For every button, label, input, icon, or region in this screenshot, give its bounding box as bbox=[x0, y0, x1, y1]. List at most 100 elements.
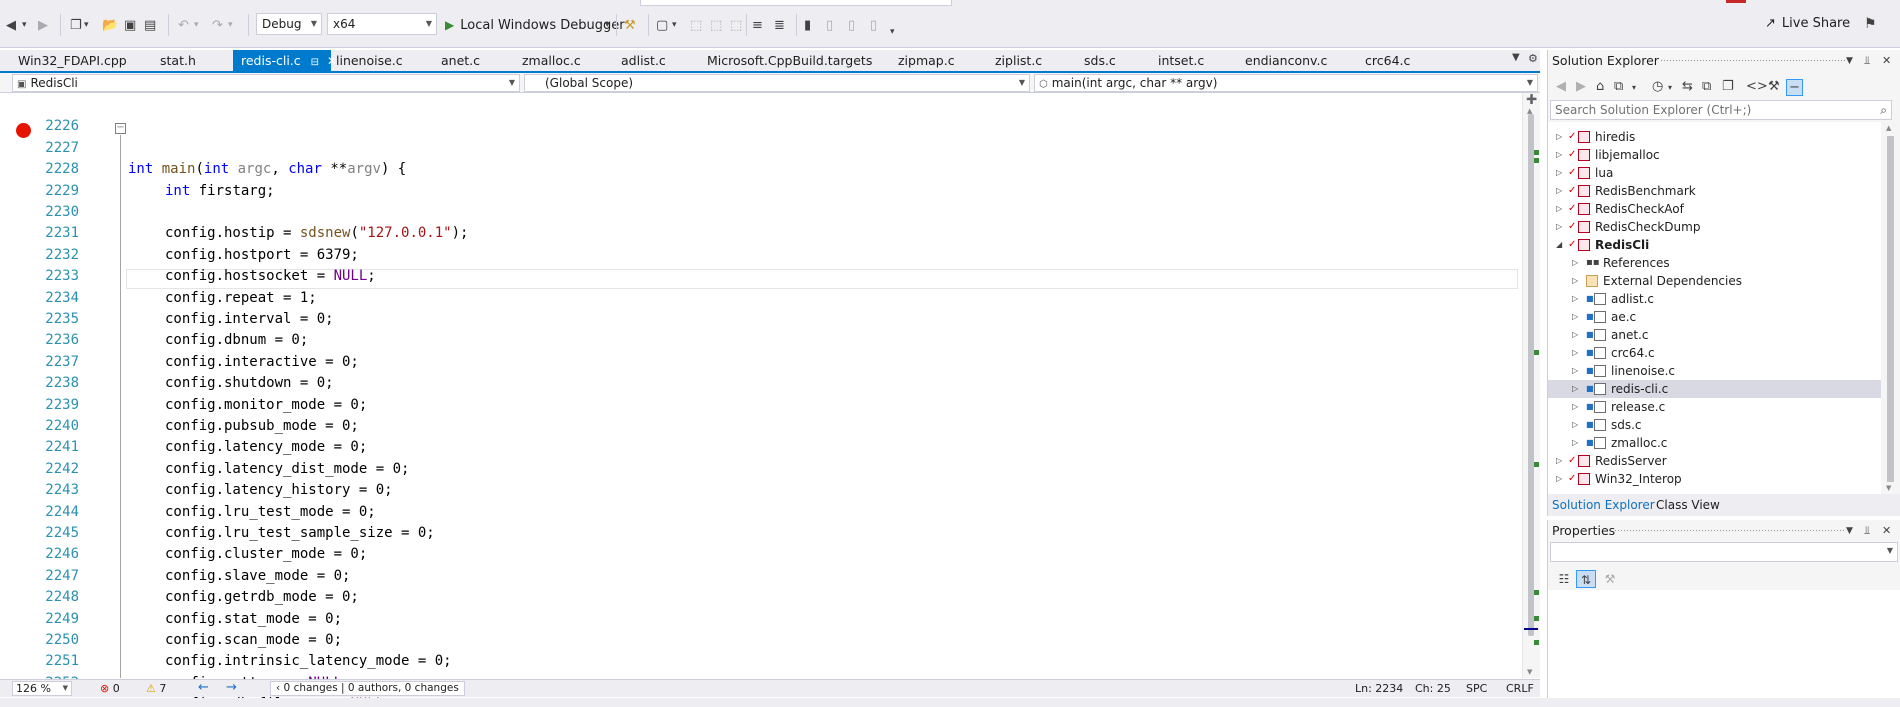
collapsed-arrow-icon[interactable]: ▷ bbox=[1556, 182, 1562, 200]
title-search-box[interactable] bbox=[640, 0, 952, 6]
tree-item-redischeckaof[interactable]: ▷ ✓ RedisCheckAof bbox=[1548, 200, 1881, 218]
split-editor-icon[interactable]: ➕ bbox=[1526, 95, 1537, 105]
step-icon-2[interactable]: ⬚ bbox=[710, 15, 722, 35]
tab-cppbuild-targets[interactable]: Microsoft.CppBuild.targets bbox=[707, 50, 872, 71]
pending-changes-icon[interactable]: ◷ bbox=[1652, 79, 1663, 94]
solution-platform-combo[interactable]: x64 ▼ bbox=[327, 13, 437, 35]
next-issue-icon[interactable]: → bbox=[226, 680, 237, 695]
properties-object-combo[interactable]: ▼ bbox=[1550, 542, 1898, 562]
expanded-arrow-icon[interactable]: ◢ bbox=[1556, 236, 1562, 254]
tab-win32-fdapi[interactable]: Win32_FDAPI.cpp bbox=[18, 50, 127, 71]
indent-icon[interactable]: ≡ bbox=[752, 15, 763, 35]
solution-explorer-scrollbar[interactable]: ▲ ▼ bbox=[1881, 122, 1900, 494]
pending-changes-dropdown-icon[interactable]: ▾ bbox=[1668, 83, 1672, 92]
properties-title-bar[interactable]: Properties ▼ ⫫ ✕ bbox=[1548, 520, 1900, 542]
collapse-all-icon[interactable]: ⧉ bbox=[1702, 79, 1711, 94]
collapsed-arrow-icon[interactable]: ▷ bbox=[1572, 254, 1578, 272]
collapsed-arrow-icon[interactable]: ▷ bbox=[1556, 128, 1562, 146]
tree-item-release-c[interactable]: ▷ ■ release.c bbox=[1548, 398, 1881, 416]
error-count[interactable]: ⊗ 0 bbox=[100, 682, 120, 695]
scope-combo[interactable]: (Global Scope) ▼ bbox=[524, 74, 1030, 92]
browser-link-dropdown-icon[interactable]: ▾ bbox=[672, 15, 677, 35]
member-combo[interactable]: ⬡ main(int argc, char ** argv) ▼ bbox=[1034, 74, 1538, 92]
collapsed-arrow-icon[interactable]: ▷ bbox=[1572, 272, 1578, 290]
tab-redis-cli[interactable]: redis-cli.c ⊟ ✕ bbox=[233, 50, 337, 71]
spaces-indicator[interactable]: SPC bbox=[1466, 682, 1487, 695]
tab-zipmap[interactable]: zipmap.c bbox=[898, 50, 955, 71]
navigate-back-dropdown-icon[interactable]: ▾ bbox=[22, 15, 27, 35]
next-bookmark-icon[interactable]: ▯ bbox=[848, 15, 855, 35]
undo-dropdown-icon[interactable]: ▾ bbox=[194, 15, 199, 35]
close-icon[interactable]: ✕ bbox=[1882, 520, 1891, 542]
sync-icon[interactable]: ⇆ bbox=[1682, 79, 1693, 94]
collapsed-arrow-icon[interactable]: ▷ bbox=[1556, 146, 1562, 164]
outdent-icon[interactable]: ≣ bbox=[774, 15, 785, 35]
tree-item-hiredis[interactable]: ▷ ✓ hiredis bbox=[1548, 128, 1881, 146]
collapsed-arrow-icon[interactable]: ▷ bbox=[1556, 218, 1562, 236]
pin-icon[interactable]: ⫫ bbox=[1864, 520, 1870, 542]
window-position-icon[interactable]: ▼ bbox=[1846, 520, 1853, 542]
live-share-button[interactable]: ↗ Live Share bbox=[1765, 16, 1850, 31]
step-icon-3[interactable]: ⬚ bbox=[730, 15, 742, 35]
tree-item-ae-c[interactable]: ▷ ■ ae.c bbox=[1548, 308, 1881, 326]
toolbar-overflow-icon[interactable]: ▾ bbox=[890, 22, 895, 42]
preview-selected-icon[interactable]: − bbox=[1786, 79, 1803, 96]
step-icon-1[interactable]: ⬚ bbox=[690, 15, 702, 35]
start-debugging-button[interactable]: ▶ Local Windows Debugger bbox=[445, 14, 625, 36]
tab-intset[interactable]: intset.c bbox=[1158, 50, 1204, 71]
clear-bookmarks-icon[interactable]: ▯ bbox=[870, 15, 877, 35]
tree-item-libjemalloc[interactable]: ▷ ✓ libjemalloc bbox=[1548, 146, 1881, 164]
tab-stat-h[interactable]: stat.h bbox=[160, 50, 196, 71]
prev-bookmark-icon[interactable]: ▯ bbox=[826, 15, 833, 35]
switch-views-dropdown-icon[interactable]: ▾ bbox=[1632, 83, 1636, 92]
collapsed-arrow-icon[interactable]: ▷ bbox=[1572, 290, 1578, 308]
categorized-icon[interactable]: ☷ bbox=[1554, 570, 1574, 588]
tab-crc64[interactable]: crc64.c bbox=[1365, 50, 1410, 71]
save-icon[interactable]: ▣ bbox=[124, 15, 136, 35]
tab-anet[interactable]: anet.c bbox=[441, 50, 480, 71]
collapsed-arrow-icon[interactable]: ▷ bbox=[1572, 380, 1578, 398]
collapsed-arrow-icon[interactable]: ▷ bbox=[1572, 326, 1578, 344]
tab-class-view[interactable]: Class View bbox=[1656, 498, 1720, 512]
collapsed-arrow-icon[interactable]: ▷ bbox=[1572, 398, 1578, 416]
collapsed-arrow-icon[interactable]: ▷ bbox=[1556, 452, 1562, 470]
solution-explorer-scroll-thumb[interactable] bbox=[1887, 136, 1894, 482]
collapsed-arrow-icon[interactable]: ▷ bbox=[1556, 164, 1562, 182]
editor-scroll-thumb[interactable] bbox=[1528, 114, 1534, 636]
tree-item-zmalloc-c[interactable]: ▷ ■ zmalloc.c bbox=[1548, 434, 1881, 452]
tree-item-adlist-c[interactable]: ▷ ■ adlist.c bbox=[1548, 290, 1881, 308]
show-all-files-icon[interactable]: ❐ bbox=[1722, 79, 1734, 94]
solution-explorer-title-bar[interactable]: Solution Explorer ▼ ⫫ ✕ bbox=[1548, 50, 1900, 72]
tree-item-win32-interop[interactable]: ▷ ✓ Win32_Interop bbox=[1548, 470, 1881, 488]
tab-sds[interactable]: sds.c bbox=[1084, 50, 1116, 71]
new-project-icon[interactable]: ❐ bbox=[70, 15, 82, 35]
tab-endianconv[interactable]: endianconv.c bbox=[1245, 50, 1327, 71]
undo-icon[interactable]: ↶ bbox=[178, 15, 189, 35]
tab-adlist[interactable]: adlist.c bbox=[621, 50, 666, 71]
tab-ziplist[interactable]: ziplist.c bbox=[995, 50, 1042, 71]
tree-item-lua[interactable]: ▷ ✓ lua bbox=[1548, 164, 1881, 182]
collapsed-arrow-icon[interactable]: ▷ bbox=[1572, 434, 1578, 452]
open-file-icon[interactable]: 📂 bbox=[102, 15, 118, 35]
collapsed-arrow-icon[interactable]: ▷ bbox=[1572, 308, 1578, 326]
save-all-icon[interactable]: ▤ bbox=[144, 15, 156, 35]
tree-item-redischeckdump[interactable]: ▷ ✓ RedisCheckDump bbox=[1548, 218, 1881, 236]
tree-item-references[interactable]: ▷ ▪▪ References bbox=[1548, 254, 1881, 272]
tree-item-linenoise-c[interactable]: ▷ ■ linenoise.c bbox=[1548, 362, 1881, 380]
view-code-icon[interactable]: <> bbox=[1746, 79, 1768, 94]
collapsed-arrow-icon[interactable]: ▷ bbox=[1572, 362, 1578, 380]
window-position-icon[interactable]: ▼ bbox=[1846, 50, 1853, 72]
collapsed-arrow-icon[interactable]: ▷ bbox=[1556, 200, 1562, 218]
scroll-up-icon[interactable]: ▲ bbox=[1886, 124, 1891, 132]
project-combo[interactable]: ▣ RedisCli ▼ bbox=[12, 74, 520, 92]
forward-icon[interactable]: ▶ bbox=[1576, 79, 1586, 94]
scroll-down-icon[interactable]: ▼ bbox=[1527, 668, 1532, 676]
collapsed-arrow-icon[interactable]: ▷ bbox=[1572, 344, 1578, 362]
tab-linenoise[interactable]: linenoise.c bbox=[336, 50, 403, 71]
bookmark-icon[interactable]: ▮ bbox=[804, 15, 811, 35]
code-lens-changes[interactable]: ‹ 0 changes | 0 authors, 0 changes bbox=[270, 681, 465, 696]
warning-count[interactable]: ⚠ 7 bbox=[146, 682, 166, 695]
tree-item-redisbenchmark[interactable]: ▷ ✓ RedisBenchmark bbox=[1548, 182, 1881, 200]
tree-item-crc64-c[interactable]: ▷ ■ crc64.c bbox=[1548, 344, 1881, 362]
feedback-icon[interactable]: ⚑ bbox=[1864, 16, 1877, 32]
